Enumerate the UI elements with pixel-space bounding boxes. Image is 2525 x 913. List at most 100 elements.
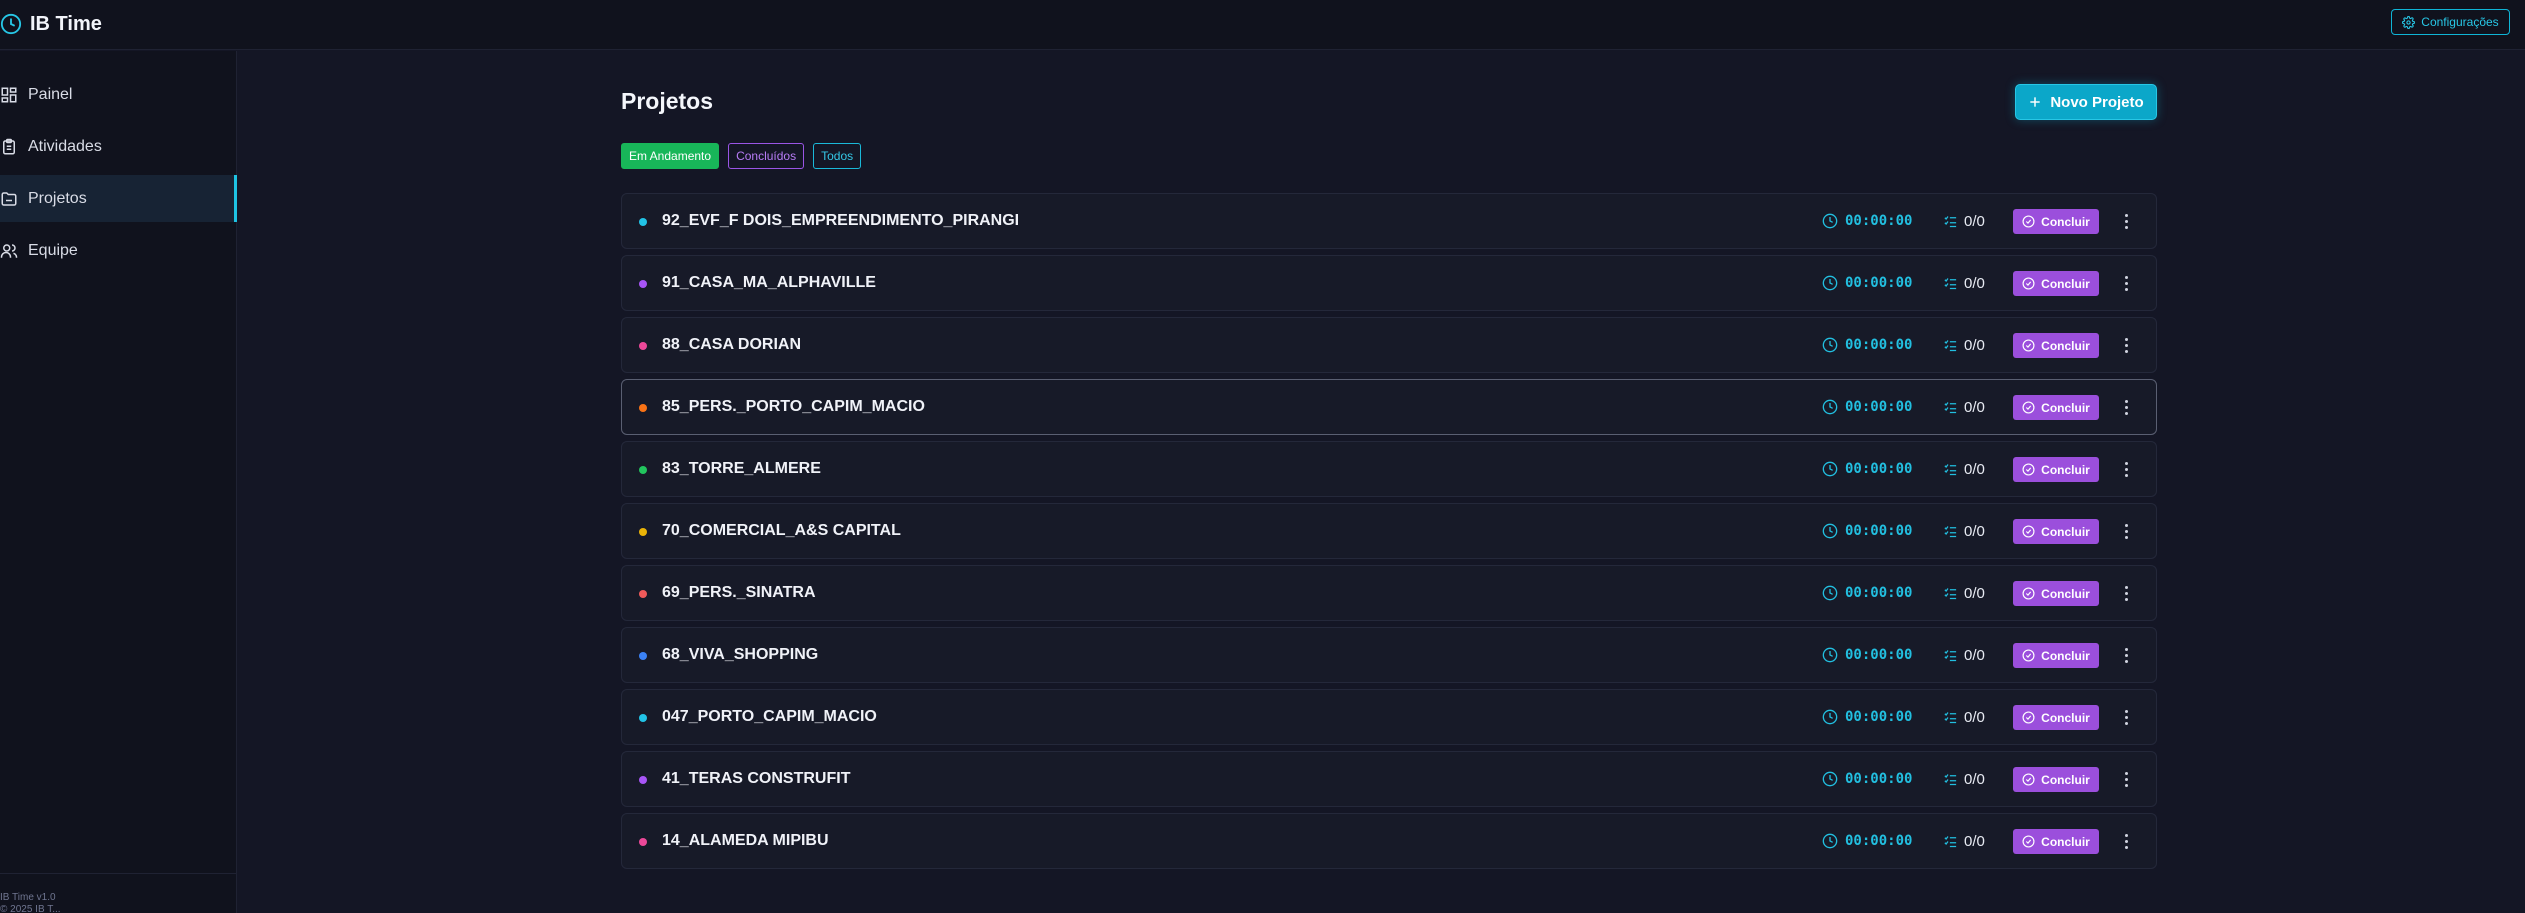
time-value: 00:00:00 <box>1845 399 1913 415</box>
sidebar-item-atividades[interactable]: Atividades <box>0 123 237 170</box>
project-time: 00:00:00 <box>1822 769 1912 789</box>
more-options-icon[interactable] <box>2118 210 2134 232</box>
conclude-label: Concluir <box>2041 462 2090 477</box>
folder-icon <box>1 191 17 206</box>
project-row[interactable]: 92_EVF_F DOIS_EMPREENDIMENTO_PIRANGI 00:0… <box>621 193 2157 249</box>
check-circle-icon <box>2022 587 2035 600</box>
more-options-icon[interactable] <box>2118 458 2134 480</box>
more-options-icon[interactable] <box>2118 830 2134 852</box>
task-count-value: 0/0 <box>1964 708 1985 726</box>
dashboard-icon <box>1 87 17 102</box>
project-color-dot <box>639 776 647 784</box>
project-time: 00:00:00 <box>1822 459 1912 479</box>
time-value: 00:00:00 <box>1845 213 1913 229</box>
conclude-button[interactable]: Concluir <box>2013 705 2099 730</box>
conclude-button[interactable]: Concluir <box>2013 457 2099 482</box>
task-count-value: 0/0 <box>1964 646 1985 664</box>
project-row[interactable]: 14_ALAMEDA MIPIBU 00:00:00 0/0 Concluir <box>621 813 2157 869</box>
sidebar-footer: IB Time v1.0 © 2025 IB T... <box>0 873 237 913</box>
task-count: 0/0 <box>1943 521 1985 541</box>
conclude-button[interactable]: Concluir <box>2013 395 2099 420</box>
conclude-label: Concluir <box>2041 276 2090 291</box>
conclude-button[interactable]: Concluir <box>2013 581 2099 606</box>
sidebar-item-equipe[interactable]: Equipe <box>0 227 237 274</box>
more-options-icon[interactable] <box>2118 334 2134 356</box>
project-time: 00:00:00 <box>1822 211 1912 231</box>
project-name: 88_CASA DORIAN <box>662 336 801 353</box>
settings-button[interactable]: Configurações <box>2391 9 2510 35</box>
clock-icon <box>1822 647 1838 663</box>
project-row[interactable]: 83_TORRE_ALMERE 00:00:00 0/0 Concluir <box>621 441 2157 497</box>
checklist-icon <box>1944 711 1957 723</box>
sidebar-item-painel[interactable]: Painel <box>0 71 237 118</box>
task-count-value: 0/0 <box>1964 274 1985 292</box>
conclude-label: Concluir <box>2041 710 2090 725</box>
filter-em-andamento[interactable]: Em Andamento <box>621 143 720 169</box>
check-circle-icon <box>2022 215 2035 228</box>
checklist-icon <box>1944 649 1957 661</box>
more-options-icon[interactable] <box>2118 706 2134 728</box>
time-value: 00:00:00 <box>1845 337 1913 353</box>
check-circle-icon <box>2022 711 2035 724</box>
project-row[interactable]: 88_CASA DORIAN 00:00:00 0/0 Concluir <box>621 317 2157 373</box>
conclude-button[interactable]: Concluir <box>2013 209 2099 234</box>
more-options-icon[interactable] <box>2118 272 2134 294</box>
check-circle-icon <box>2022 339 2035 352</box>
project-row[interactable]: 85_PERS._PORTO_CAPIM_MACIO 00:00:00 0/0 Con… <box>621 379 2157 435</box>
conclude-button[interactable]: Concluir <box>2013 767 2099 792</box>
checklist-icon <box>1944 463 1957 475</box>
project-name: 70_COMERCIAL_A&S CAPITAL <box>662 522 901 539</box>
conclude-label: Concluir <box>2041 772 2090 787</box>
clock-icon <box>1822 833 1838 849</box>
sidebar-item-label: Equipe <box>28 241 78 259</box>
sidebar-item-label: Painel <box>28 85 73 103</box>
task-count-value: 0/0 <box>1964 770 1985 788</box>
time-value: 00:00:00 <box>1845 709 1913 725</box>
page-title: Projetos <box>621 88 714 114</box>
sidebar-item-projetos[interactable]: Projetos <box>0 175 237 222</box>
time-value: 00:00:00 <box>1845 523 1913 539</box>
task-count-value: 0/0 <box>1964 522 1985 540</box>
project-color-dot <box>639 528 647 536</box>
conclude-button[interactable]: Concluir <box>2013 643 2099 668</box>
project-time: 00:00:00 <box>1822 397 1912 417</box>
conclude-button[interactable]: Concluir <box>2013 829 2099 854</box>
time-value: 00:00:00 <box>1845 275 1913 291</box>
project-row[interactable]: 70_COMERCIAL_A&S CAPITAL 00:00:00 0/0 Concl… <box>621 503 2157 559</box>
more-options-icon[interactable] <box>2118 396 2134 418</box>
conclude-label: Concluir <box>2041 400 2090 415</box>
filter-concluidos[interactable]: Concluídos <box>728 143 805 169</box>
clock-icon <box>1822 275 1838 291</box>
new-project-button[interactable]: Novo Projeto <box>2015 84 2157 120</box>
task-count: 0/0 <box>1943 707 1985 727</box>
more-options-icon[interactable] <box>2118 582 2134 604</box>
project-row[interactable]: 68_VIVA_SHOPPING 00:00:00 0/0 Concluir <box>621 627 2157 683</box>
check-circle-icon <box>2022 277 2035 290</box>
conclude-button[interactable]: Concluir <box>2013 271 2099 296</box>
task-count: 0/0 <box>1943 397 1985 417</box>
project-row[interactable]: 69_PERS._SINATRA 00:00:00 0/0 Concluir <box>621 565 2157 621</box>
checklist-icon <box>1944 587 1957 599</box>
more-options-icon[interactable] <box>2118 644 2134 666</box>
time-value: 00:00:00 <box>1845 833 1913 849</box>
project-row[interactable]: 91_CASA_MA_ALPHAVILLE 00:00:00 0/0 Concluir <box>621 255 2157 311</box>
brand[interactable]: IB Time <box>0 12 102 36</box>
clock-icon <box>1822 399 1838 415</box>
conclude-button[interactable]: Concluir <box>2013 333 2099 358</box>
project-time: 00:00:00 <box>1822 645 1912 665</box>
check-circle-icon <box>2022 401 2035 414</box>
filter-todos[interactable]: Todos <box>813 143 862 169</box>
task-count-value: 0/0 <box>1964 336 1985 354</box>
project-row[interactable]: 047_PORTO_CAPIM_MACIO 00:00:00 0/0 Concluir <box>621 689 2157 745</box>
sidebar: Painel Atividades Projetos Equipe IB Tim… <box>0 51 237 913</box>
conclude-button[interactable]: Concluir <box>2013 519 2099 544</box>
project-time: 00:00:00 <box>1822 335 1912 355</box>
project-row[interactable]: 41_TERAS CONSTRUFIT 00:00:00 0/0 Concluir <box>621 751 2157 807</box>
check-circle-icon <box>2022 463 2035 476</box>
task-count-value: 0/0 <box>1964 398 1985 416</box>
task-count: 0/0 <box>1943 211 1985 231</box>
more-options-icon[interactable] <box>2118 520 2134 542</box>
more-options-icon[interactable] <box>2118 768 2134 790</box>
project-name: 14_ALAMEDA MIPIBU <box>662 832 829 849</box>
sidebar-item-label: Atividades <box>28 137 102 155</box>
